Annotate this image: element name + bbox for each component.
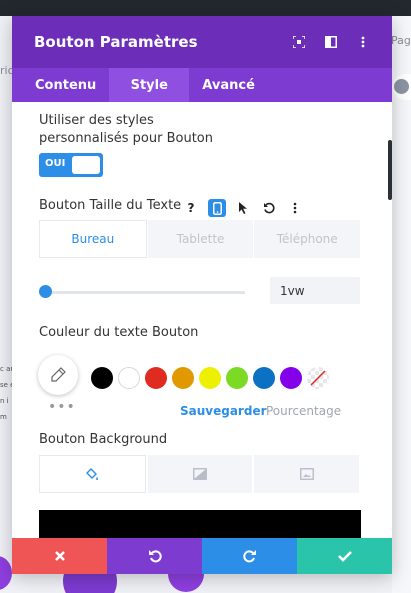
text-size-slider-handle[interactable] (39, 285, 52, 298)
reset-icon[interactable] (260, 199, 278, 217)
help-icon[interactable]: ? (182, 199, 200, 217)
gradient-icon (193, 468, 207, 480)
split-view-icon[interactable] (324, 35, 338, 49)
color-picker-button[interactable] (38, 355, 78, 395)
globe-icon (394, 79, 409, 94)
focus-icon[interactable] (292, 35, 306, 49)
color-swatches (91, 367, 329, 389)
toggle-label: OUI (45, 158, 66, 169)
color-swatch[interactable] (118, 367, 140, 389)
tab-contenu[interactable]: Contenu (22, 68, 109, 102)
redo-icon (242, 550, 256, 563)
color-swatch[interactable] (280, 367, 302, 389)
responsive-phone-icon[interactable] (208, 199, 226, 217)
color-swatch[interactable] (145, 367, 167, 389)
background-image-tab[interactable] (254, 455, 360, 493)
tab-avance[interactable]: Avancé (189, 68, 268, 102)
text-color-label: Couleur du texte Bouton (39, 325, 199, 340)
modal-tabs: Contenu Style Avancé (12, 68, 392, 102)
tab-style[interactable]: Style (109, 68, 190, 102)
check-icon (337, 551, 352, 562)
modal-footer (12, 538, 392, 574)
settings-modal: Bouton Paramètres Contenu Style Avancé U… (12, 16, 392, 573)
background-small-text: m (0, 413, 7, 421)
modal-title: Bouton Paramètres (34, 33, 198, 51)
more-vertical-icon[interactable] (356, 35, 370, 49)
toggle-knob (72, 156, 100, 174)
device-tab-desktop[interactable]: Bureau (39, 220, 147, 258)
custom-styles-toggle[interactable]: OUI (39, 153, 103, 177)
color-swatch[interactable] (253, 367, 275, 389)
background-text-fragment-right: Pag (391, 34, 411, 47)
background-type-tabs (39, 455, 361, 493)
color-swatch[interactable] (91, 367, 113, 389)
cancel-button[interactable] (12, 538, 107, 574)
background-label: Bouton Background (39, 432, 168, 447)
redo-button[interactable] (202, 538, 297, 574)
scrollbar[interactable] (388, 140, 392, 200)
background-gradient-tab[interactable] (147, 455, 253, 493)
custom-styles-label-line1: Utiliser des styles (39, 113, 154, 128)
background-purple-circle (0, 556, 12, 590)
device-tabs: Bureau Tablette Téléphone (39, 220, 361, 258)
text-size-label: Bouton Taille du Texte (39, 198, 182, 213)
more-vertical-icon[interactable] (286, 199, 304, 217)
background-page-right (392, 16, 411, 593)
save-color-link[interactable]: Sauvegarder (180, 404, 267, 418)
text-size-slider-track[interactable] (45, 291, 245, 294)
percentage-link[interactable]: Pourcentage (266, 404, 341, 418)
close-icon (54, 551, 65, 561)
undo-button[interactable] (107, 538, 202, 574)
color-swatch[interactable] (199, 367, 221, 389)
hover-cursor-icon[interactable] (234, 199, 252, 217)
modal-header: Bouton Paramètres (12, 16, 392, 68)
text-size-input[interactable]: 1vw (270, 277, 360, 304)
background-color-tab[interactable] (39, 455, 146, 493)
globe-button[interactable] (392, 74, 411, 100)
image-icon (299, 468, 314, 480)
no-color-swatch[interactable] (307, 367, 329, 389)
color-swatch[interactable] (226, 367, 248, 389)
color-swatch[interactable] (172, 367, 194, 389)
more-colors-icon[interactable]: ••• (48, 399, 76, 415)
background-small-text: n i (0, 397, 9, 405)
save-button[interactable] (297, 538, 392, 574)
device-tab-phone[interactable]: Téléphone (254, 220, 361, 258)
eyedropper-icon (51, 367, 66, 382)
undo-icon (148, 550, 162, 563)
device-tab-tablet[interactable]: Tablette (147, 220, 254, 258)
custom-styles-label-line2: personnalisés pour Bouton (39, 131, 213, 146)
background-topbar (0, 0, 411, 16)
paint-bucket-icon (86, 468, 99, 480)
